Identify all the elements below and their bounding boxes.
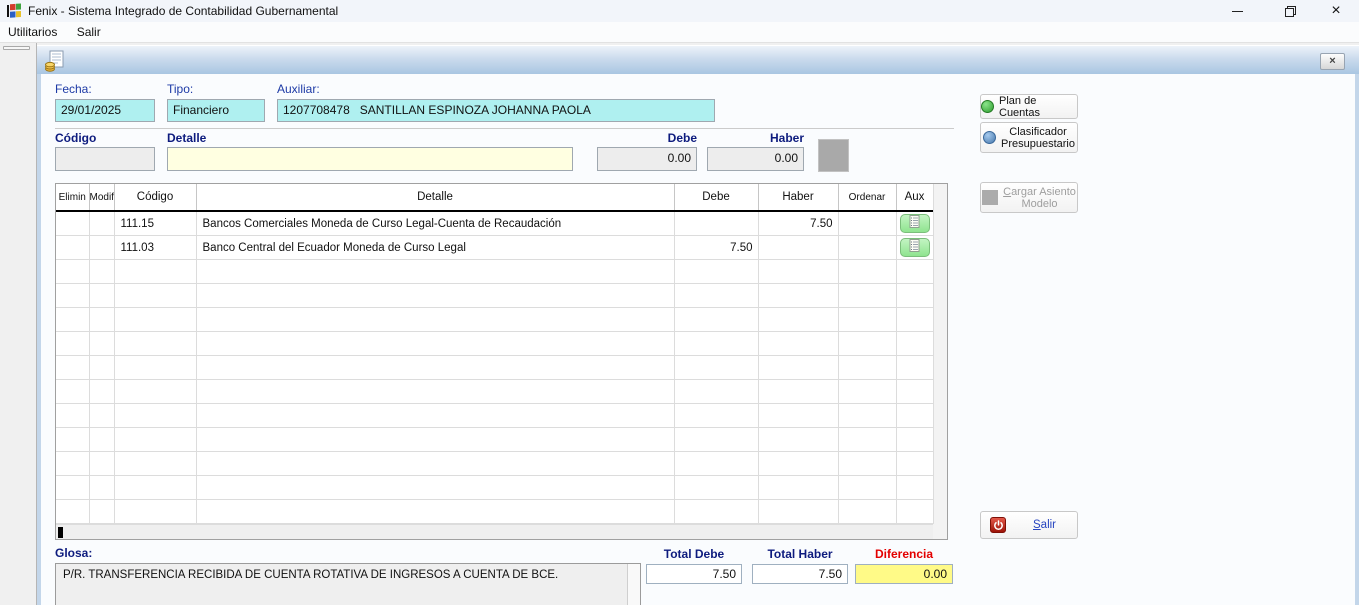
- cargar-asiento-modelo-button[interactable]: Cargar Asiento Modelo: [980, 182, 1078, 213]
- aux-button[interactable]: [900, 214, 930, 233]
- table-row-empty: [56, 404, 933, 428]
- fecha-field[interactable]: 29/01/2025: [55, 99, 155, 122]
- grid-edit-caret: [58, 527, 63, 538]
- cell-haber[interactable]: [758, 236, 838, 260]
- table-row-empty: [56, 452, 933, 476]
- gray-square-icon: [982, 190, 998, 205]
- document-window-left-edge: [37, 74, 41, 605]
- minimize-button[interactable]: [1214, 0, 1260, 22]
- total-debe-label: Total Debe: [646, 547, 742, 561]
- journal-grid: Elimin Modif Código Detalle Debe Haber O…: [55, 183, 948, 540]
- col-header-detalle: Detalle: [196, 184, 674, 211]
- table-row-empty: [56, 356, 933, 380]
- app-window: Fenix - Sistema Integrado de Contabilida…: [0, 0, 1359, 605]
- minimize-icon: [1232, 11, 1243, 12]
- codigo-entry-field[interactable]: [55, 147, 155, 171]
- table-row-empty: [56, 500, 933, 524]
- clasificador-label: Clasificador Presupuestario: [1001, 126, 1075, 150]
- grid-scrollbar-corner: [933, 524, 947, 539]
- haber-entry-field[interactable]: 0.00: [707, 147, 804, 171]
- debe-entry-field[interactable]: 0.00: [597, 147, 697, 171]
- menubar: Utilitarios Salir: [0, 22, 1359, 43]
- table-row[interactable]: 111.03 Banco Central del Ecuador Moneda …: [56, 236, 933, 260]
- grid-vertical-scrollbar[interactable]: [933, 184, 947, 524]
- journal-entry-icon: [45, 50, 65, 72]
- restore-icon: [1285, 6, 1296, 17]
- cell-detalle[interactable]: Banco Central del Ecuador Moneda de Curs…: [196, 236, 674, 260]
- cell-codigo[interactable]: 111.15: [114, 211, 196, 236]
- diferencia-field: 0.00: [855, 564, 953, 584]
- table-row[interactable]: 111.15 Bancos Comerciales Moneda de Curs…: [56, 211, 933, 236]
- col-header-codigo: Código: [114, 184, 196, 211]
- sidebar-splitter-grip[interactable]: [3, 46, 30, 50]
- debe-entry-label: Debe: [597, 131, 697, 145]
- window-titlebar: Fenix - Sistema Integrado de Contabilida…: [0, 0, 1359, 22]
- close-icon: ×: [1331, 1, 1340, 21]
- codigo-entry-label: Código: [55, 131, 96, 145]
- col-header-haber: Haber: [758, 184, 838, 211]
- window-title: Fenix - Sistema Integrado de Contabilida…: [28, 0, 338, 22]
- glosa-label: Glosa:: [55, 546, 92, 560]
- haber-entry-label: Haber: [707, 131, 804, 145]
- auxiliar-field[interactable]: 1207708478 SANTILLAN ESPINOZA JOHANNA PA…: [277, 99, 715, 122]
- table-row-empty: [56, 260, 933, 284]
- salir-button-label: Salir: [1033, 519, 1056, 531]
- plan-de-cuentas-button[interactable]: Plan de Cuentas: [980, 94, 1078, 119]
- form-separator: [55, 128, 954, 129]
- fecha-label: Fecha:: [55, 82, 92, 96]
- document-window-close-button[interactable]: ×: [1320, 53, 1345, 70]
- blue-sphere-icon: [983, 131, 996, 144]
- cargar-asiento-label: Cargar Asiento Modelo: [1003, 186, 1076, 210]
- diferencia-label: Diferencia: [855, 547, 953, 561]
- total-haber-label: Total Haber: [752, 547, 848, 561]
- grid-horizontal-scrollbar[interactable]: [56, 524, 933, 539]
- cell-debe[interactable]: 7.50: [674, 236, 758, 260]
- tipo-field[interactable]: Financiero: [167, 99, 265, 122]
- cell-debe[interactable]: [674, 211, 758, 236]
- journal-table: Elimin Modif Código Detalle Debe Haber O…: [56, 184, 934, 524]
- glosa-field[interactable]: P/R. TRANSFERENCIA RECIBIDA DE CUENTA RO…: [55, 563, 641, 605]
- table-row-empty: [56, 284, 933, 308]
- total-debe-field: 7.50: [646, 564, 742, 584]
- cell-haber[interactable]: 7.50: [758, 211, 838, 236]
- aux-button[interactable]: [900, 238, 930, 257]
- power-icon: [990, 517, 1006, 533]
- menu-item-utilitarios[interactable]: Utilitarios: [0, 22, 65, 43]
- detalle-entry-label: Detalle: [167, 131, 206, 145]
- col-header-elimin: Elimin: [56, 184, 89, 211]
- app-icon: [6, 3, 22, 19]
- clasificador-presupuestario-button[interactable]: Clasificador Presupuestario: [980, 122, 1078, 153]
- table-row-empty: [56, 476, 933, 500]
- col-header-debe: Debe: [674, 184, 758, 211]
- table-row-empty: [56, 332, 933, 356]
- table-header: Elimin Modif Código Detalle Debe Haber O…: [56, 184, 933, 211]
- table-row-empty: [56, 308, 933, 332]
- add-entry-button[interactable]: [818, 139, 849, 172]
- table-row-empty: [56, 380, 933, 404]
- table-row-empty: [56, 428, 933, 452]
- col-header-aux: Aux: [896, 184, 933, 211]
- document-window-titlebar: [37, 45, 1359, 74]
- cell-detalle[interactable]: Bancos Comerciales Moneda de Curso Legal…: [196, 211, 674, 236]
- salir-button[interactable]: Salir: [980, 511, 1078, 539]
- document-window-right-edge: [1355, 74, 1359, 605]
- cell-codigo[interactable]: 111.03: [114, 236, 196, 260]
- glosa-text: P/R. TRANSFERENCIA RECIBIDA DE CUENTA RO…: [63, 569, 558, 581]
- grid-empty-rows: [56, 260, 933, 524]
- notepad-icon: [909, 215, 920, 228]
- notepad-icon: [909, 239, 920, 252]
- close-button[interactable]: ×: [1313, 0, 1359, 22]
- menu-item-salir[interactable]: Salir: [69, 22, 109, 43]
- tipo-label: Tipo:: [167, 82, 193, 96]
- green-sphere-icon: [981, 100, 994, 113]
- glosa-scrollbar[interactable]: [627, 564, 640, 605]
- col-header-modif: Modif: [89, 184, 114, 211]
- auxiliar-label: Auxiliar:: [277, 82, 320, 96]
- plan-de-cuentas-label: Plan de Cuentas: [999, 95, 1077, 119]
- restore-button[interactable]: [1267, 0, 1313, 22]
- col-header-ordenar: Ordenar: [838, 184, 896, 211]
- detalle-entry-field[interactable]: [167, 147, 573, 171]
- total-haber-field: 7.50: [752, 564, 848, 584]
